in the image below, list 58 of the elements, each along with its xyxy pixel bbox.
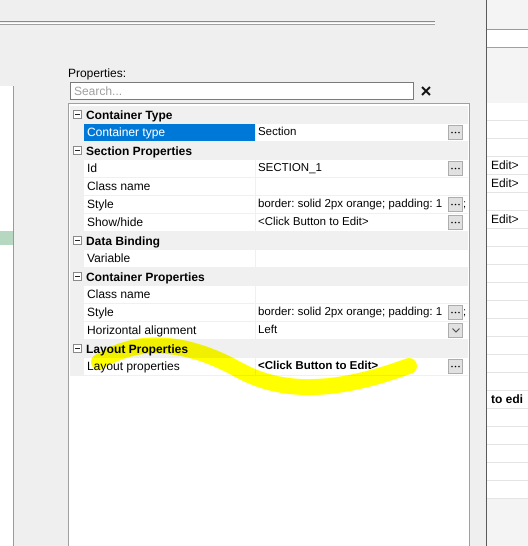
property-value: border: solid 2px orange; padding: 1 <box>258 306 442 318</box>
property-name[interactable]: Container type <box>84 124 256 141</box>
property-name[interactable]: Class name <box>84 286 256 303</box>
property-row[interactable]: Class name <box>84 178 468 195</box>
property-name[interactable]: Class name <box>84 178 256 195</box>
property-name[interactable]: Variable <box>84 250 256 267</box>
ellipsis-button[interactable] <box>448 125 463 140</box>
property-name[interactable]: Horizontal alignment <box>84 322 256 339</box>
property-value: SECTION_1 <box>258 162 322 174</box>
property-row[interactable]: Horizontal alignment Left <box>84 322 468 339</box>
ellipsis-icon <box>451 167 460 170</box>
ellipsis-icon <box>451 221 460 224</box>
property-row[interactable]: Id SECTION_1 <box>84 160 468 177</box>
ellipsis-button[interactable] <box>448 359 463 374</box>
cell-text: Edit> <box>490 176 519 190</box>
property-row[interactable]: Variable <box>84 250 468 267</box>
collapse-icon[interactable] <box>72 146 82 155</box>
ellipsis-icon <box>451 131 460 134</box>
property-value: Left <box>258 324 278 336</box>
category-header: Data Binding <box>85 233 160 249</box>
property-row[interactable]: Style border: solid 2px orange; padding: 1 ; <box>84 196 468 213</box>
property-value: ; <box>463 305 466 320</box>
property-value: ; <box>463 197 466 212</box>
collapse-icon[interactable] <box>72 272 82 281</box>
property-row[interactable]: Class name <box>84 286 468 303</box>
cell-text: Edit> <box>490 212 519 226</box>
property-row[interactable]: Container type Section <box>84 124 468 141</box>
property-name[interactable]: Id <box>84 160 256 177</box>
collapse-icon[interactable] <box>72 110 82 119</box>
cell-text: to edi <box>490 392 523 406</box>
property-name[interactable]: Show/hide <box>84 214 256 231</box>
ellipsis-icon <box>451 365 460 368</box>
ellipsis-button[interactable] <box>448 161 463 176</box>
ellipsis-button[interactable] <box>448 215 463 230</box>
collapse-icon[interactable] <box>72 344 82 353</box>
category-header: Container Type <box>85 107 172 123</box>
property-row[interactable]: Show/hide <Click Button to Edit> <box>84 214 468 231</box>
property-value: Section <box>258 126 296 138</box>
collapse-icon[interactable] <box>72 236 82 245</box>
property-value: <Click Button to Edit> <box>258 216 369 228</box>
category-header: Container Properties <box>85 269 205 285</box>
ellipsis-icon <box>451 311 460 314</box>
ellipsis-icon <box>451 203 460 206</box>
property-name[interactable]: Style <box>84 304 256 321</box>
close-icon[interactable] <box>421 86 431 96</box>
ellipsis-button[interactable] <box>448 197 463 212</box>
chevron-down-icon <box>452 328 460 333</box>
properties-label: Properties: <box>68 66 128 80</box>
search-field[interactable]: Search... <box>70 82 414 100</box>
property-value: <Click Button to Edit> <box>258 360 378 372</box>
property-name[interactable]: Style <box>84 196 256 213</box>
category-header: Section Properties <box>85 143 192 159</box>
property-row[interactable]: Style border: solid 2px orange; padding: 1 ; <box>84 304 468 321</box>
cell-text: Edit> <box>490 158 519 172</box>
dropdown-button[interactable] <box>448 323 463 338</box>
property-value: border: solid 2px orange; padding: 1 <box>258 198 442 210</box>
ellipsis-button[interactable] <box>448 305 463 320</box>
selected-item-highlight <box>0 231 13 245</box>
